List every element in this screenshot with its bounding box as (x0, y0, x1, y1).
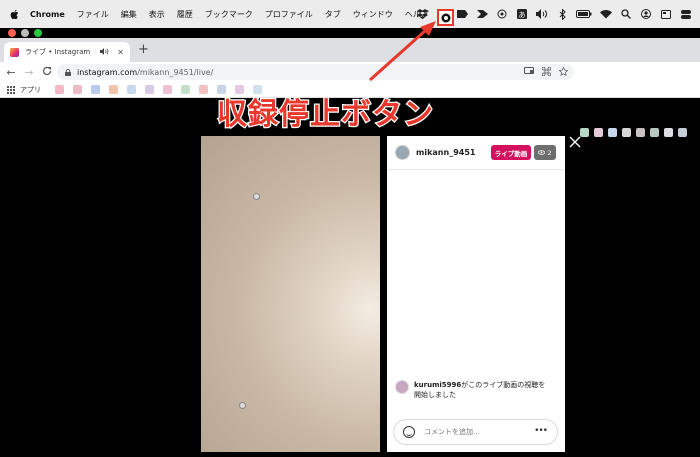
menu-edit[interactable]: 編集 (121, 9, 137, 20)
speaker-icon[interactable] (100, 47, 109, 57)
menu-bookmarks[interactable]: ブックマーク (205, 9, 253, 20)
battery-icon[interactable] (576, 8, 592, 20)
bookmark-item[interactable] (181, 85, 190, 94)
new-tab-button[interactable]: + (138, 42, 149, 57)
record-stop-icon (441, 13, 450, 22)
apple-icon[interactable] (10, 9, 20, 20)
menu-profile[interactable]: プロファイル (265, 9, 313, 20)
bookmark-item[interactable] (73, 85, 82, 94)
bookmark-item[interactable] (199, 85, 208, 94)
bookmark-item[interactable] (109, 85, 118, 94)
address-bar[interactable]: instagram.com/mikann_9451/live/ (57, 64, 574, 80)
bookmark-item[interactable] (145, 85, 154, 94)
eye-icon (538, 150, 546, 155)
chevron-icon[interactable] (476, 8, 488, 20)
extension-icon[interactable] (594, 128, 603, 137)
minimize-window-button[interactable] (21, 29, 29, 37)
extension-icon[interactable] (664, 128, 673, 137)
comment-box: ••• (393, 419, 558, 445)
tab-strip: ライブ • Instagram ✕ (0, 38, 700, 62)
url-path: /mikann_9451/live/ (137, 67, 214, 77)
more-options-icon[interactable]: ••• (534, 426, 548, 436)
extension-icon[interactable] (622, 128, 631, 137)
tab-title: ライブ • Instagram (25, 48, 91, 56)
commenter-avatar[interactable] (395, 380, 409, 394)
star-icon[interactable] (559, 67, 568, 76)
wifi-icon[interactable] (600, 8, 612, 20)
comment-input[interactable] (424, 428, 524, 436)
url-host: instagram.com (77, 67, 138, 77)
search-icon[interactable] (620, 8, 632, 20)
target-icon[interactable] (496, 8, 508, 20)
bookmark-item[interactable] (91, 85, 100, 94)
comment-text-line2: 開始しました (414, 391, 456, 399)
comment-item: kurumi5996がこのライブ動画の視聴を 開始しました (395, 380, 564, 400)
commenter-username[interactable]: kurumi5996 (414, 381, 461, 389)
reload-button[interactable] (38, 66, 56, 79)
lock-icon[interactable] (65, 68, 71, 76)
bluetooth-icon[interactable] (556, 8, 568, 20)
bookmark-item[interactable] (55, 85, 64, 94)
zoom-window-button[interactable] (34, 29, 42, 37)
close-live-icon[interactable] (568, 135, 582, 149)
apps-grid-icon[interactable] (7, 85, 15, 94)
comment-text-line1: がこのライブ動画の視聴を (461, 381, 546, 389)
extension-icon[interactable] (608, 128, 617, 137)
avatar[interactable] (395, 145, 410, 160)
tag-icon[interactable] (456, 8, 468, 20)
menu-window[interactable]: ウィンドウ (353, 9, 393, 20)
window-controls (8, 29, 42, 37)
forward-button[interactable]: → (20, 66, 38, 79)
live-badge: ライブ動画 (491, 145, 531, 160)
kana-input-icon[interactable]: あ (516, 8, 528, 20)
bookmark-apps[interactable]: アプリ (20, 85, 41, 95)
cast-icon[interactable] (524, 67, 534, 75)
browser-toolbar: ← → instagram.com/mikann_9451/live/ (0, 62, 700, 137)
menu-view[interactable]: 表示 (149, 9, 165, 20)
record-stop-button[interactable] (437, 9, 454, 26)
instagram-favicon-icon (10, 47, 19, 57)
menu-file[interactable]: ファイル (77, 9, 109, 20)
video-detail (239, 402, 246, 409)
close-window-button[interactable] (8, 29, 16, 37)
control-center-icon[interactable] (680, 8, 692, 20)
viewer-count: 2 (547, 148, 552, 157)
extensions-row (580, 128, 687, 137)
menu-bar: Chrome ファイル 編集 表示 履歴 ブックマーク プロファイル タブ ウィ… (0, 0, 700, 28)
extension-icon[interactable] (678, 128, 687, 137)
back-button[interactable]: ← (2, 66, 20, 79)
tab-close-icon[interactable]: ✕ (117, 48, 124, 57)
broadcaster-username[interactable]: mikann_9451 (416, 148, 475, 157)
menu-history[interactable]: 履歴 (177, 9, 193, 20)
emoji-icon[interactable] (403, 426, 415, 438)
annotation-label: 収録停止ボタン (216, 96, 435, 134)
dropbox-icon[interactable] (416, 8, 428, 20)
extension-icon[interactable] (636, 128, 645, 137)
volume-icon[interactable] (536, 8, 548, 20)
live-side-panel: mikann_9451 ライブ動画 2 kurumi5996がこのライブ動画の視… (387, 136, 565, 452)
live-video[interactable] (201, 136, 380, 452)
user-icon[interactable] (640, 8, 652, 20)
tab-instagram-live[interactable]: ライブ • Instagram ✕ (4, 42, 130, 62)
menu-app-name[interactable]: Chrome (30, 10, 65, 19)
bookmark-item[interactable] (163, 85, 172, 94)
reload-icon (42, 66, 52, 75)
menu-tab[interactable]: タブ (325, 9, 341, 20)
viewer-count-badge[interactable]: 2 (534, 145, 556, 160)
extension-icon[interactable] (650, 128, 659, 137)
display-icon[interactable] (660, 8, 672, 20)
video-detail (253, 193, 260, 200)
svg-text:あ: あ (519, 11, 526, 19)
bookmark-item[interactable] (127, 85, 136, 94)
command-icon[interactable] (542, 67, 551, 76)
